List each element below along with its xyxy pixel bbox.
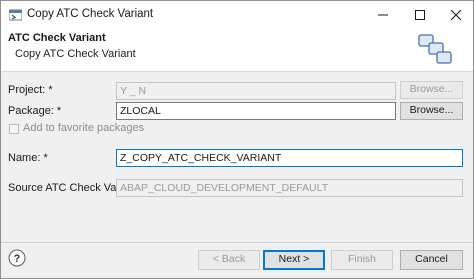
back-button[interactable]: < Back	[198, 250, 260, 270]
dialog-window: Copy ATC Check Variant ATC Check Variant…	[0, 0, 474, 279]
svg-text:?: ?	[14, 253, 21, 265]
package-browse-button[interactable]: Browse...	[400, 102, 463, 120]
window-title: Copy ATC Check Variant	[27, 8, 154, 20]
close-button[interactable]	[438, 1, 474, 28]
project-field[interactable]: Y _ N	[116, 82, 396, 100]
banner-title: ATC Check Variant	[8, 32, 106, 44]
close-icon	[451, 9, 461, 20]
name-field[interactable]: Z_COPY_ATC_CHECK_VARIANT	[116, 149, 463, 167]
maximize-icon	[415, 9, 425, 20]
project-browse-button[interactable]: Browse...	[400, 81, 463, 99]
footer-separator	[1, 242, 473, 243]
minimize-button[interactable]	[365, 1, 401, 28]
package-field[interactable]: ZLOCAL	[116, 102, 396, 120]
wizard-banner: ATC Check Variant Copy ATC Check Variant	[1, 28, 473, 72]
cancel-button[interactable]: Cancel	[400, 250, 463, 270]
source-field[interactable]: ABAP_CLOUD_DEVELOPMENT_DEFAULT	[116, 179, 463, 197]
minimize-icon	[378, 14, 388, 15]
name-label: Name: *	[8, 152, 48, 164]
package-label: Package: *	[8, 105, 62, 117]
help-icon[interactable]: ?	[8, 249, 26, 267]
title-bar: Copy ATC Check Variant	[1, 1, 473, 28]
finish-button[interactable]: Finish	[331, 250, 393, 270]
eclipse-app-icon	[9, 9, 22, 21]
maximize-button[interactable]	[402, 1, 438, 28]
favorite-checkbox-label: Add to favorite packages	[23, 122, 145, 134]
favorite-checkbox[interactable]	[9, 124, 19, 134]
project-label: Project: *	[8, 84, 53, 96]
copy-variant-icon	[418, 34, 452, 64]
next-button[interactable]: Next >	[263, 250, 325, 270]
banner-subtitle: Copy ATC Check Variant	[15, 48, 136, 60]
